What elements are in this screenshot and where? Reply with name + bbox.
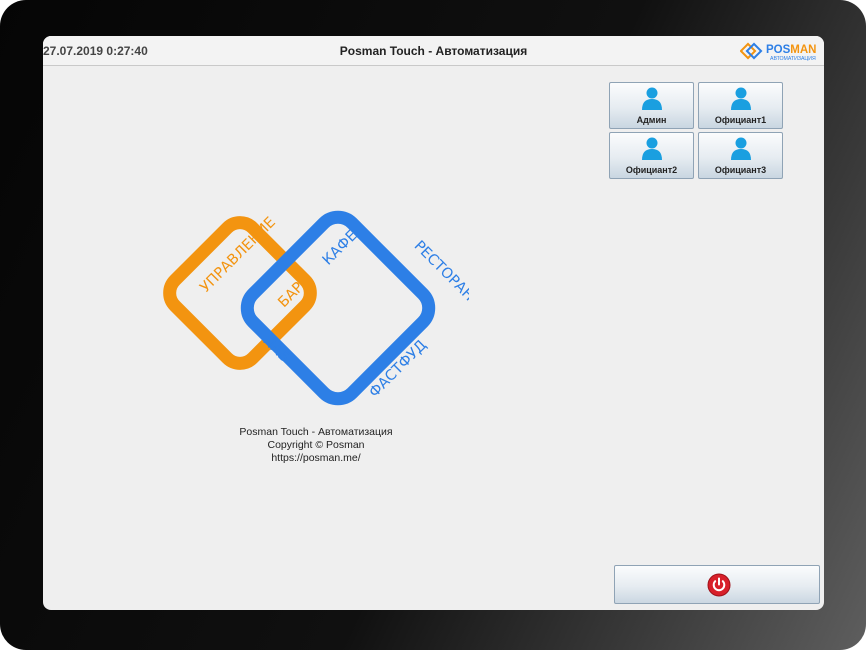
copyright-app-name: Posman Touch - Автоматизация bbox=[239, 426, 393, 438]
user-label: Официант1 bbox=[714, 115, 767, 125]
logo-word-cafe: КАФЕ bbox=[320, 228, 361, 269]
copyright-url: https://posman.me/ bbox=[271, 452, 361, 464]
user-button-admin[interactable]: Админ bbox=[609, 82, 694, 129]
user-icon bbox=[642, 87, 662, 110]
copyright-block: Posman Touch - Автоматизация Copyright ©… bbox=[193, 426, 439, 465]
posman-logo: УПРАВЛЕНИЕ БАР КАФЕ РЕСТОРАН ПАБ ФАСТФУД bbox=[163, 210, 469, 406]
user-button-waiter1[interactable]: Официант1 bbox=[698, 82, 783, 129]
user-button-waiter3[interactable]: Официант3 bbox=[698, 132, 783, 179]
user-button-waiter2[interactable]: Официант2 bbox=[609, 132, 694, 179]
app-screen: 27.07.2019 0:27:40 Posman Touch - Автома… bbox=[43, 36, 824, 610]
brand-name: POSMAN bbox=[766, 44, 817, 56]
user-label: Официант2 bbox=[625, 165, 678, 175]
user-grid: Админ Официант1 Официант2 Официант3 bbox=[609, 82, 783, 179]
header-bar: 27.07.2019 0:27:40 Posman Touch - Автома… bbox=[43, 36, 824, 66]
app-title: Posman Touch - Автоматизация bbox=[339, 44, 528, 58]
user-label: Админ bbox=[636, 115, 667, 125]
user-icon bbox=[731, 137, 751, 160]
brand-diamonds-icon bbox=[740, 42, 763, 60]
copyright-notice: Copyright © Posman bbox=[267, 439, 365, 451]
user-icon bbox=[642, 137, 662, 160]
power-icon bbox=[707, 573, 731, 597]
brand-tagline: АВТОМАТИЗАЦИЯ bbox=[770, 56, 816, 62]
posman-brand-logo: POSMAN АВТОМАТИЗАЦИЯ bbox=[740, 42, 817, 62]
power-button[interactable] bbox=[614, 565, 820, 604]
user-label: Официант3 bbox=[714, 165, 767, 175]
user-icon bbox=[731, 87, 751, 110]
